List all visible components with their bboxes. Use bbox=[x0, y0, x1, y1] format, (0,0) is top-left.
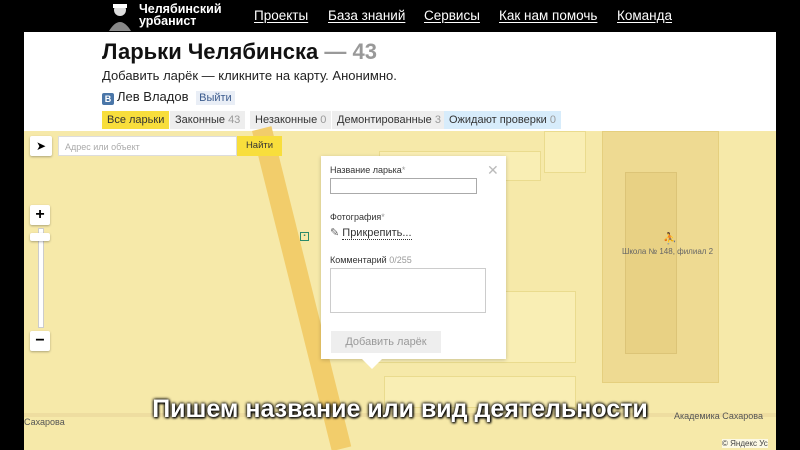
filter-all[interactable]: Все ларьки bbox=[102, 111, 170, 129]
map-attribution[interactable]: © Яндекс Ус bbox=[722, 439, 768, 448]
page-title: Ларьки Челябинска — 43 bbox=[102, 39, 377, 65]
close-icon[interactable]: ✕ bbox=[487, 162, 499, 179]
school-icon: ⛹ bbox=[663, 233, 677, 245]
filter-illegal[interactable]: Незаконные 0 bbox=[250, 111, 332, 129]
site-logo[interactable]: Челябинский урбанист bbox=[106, 1, 236, 31]
filter-label: Незаконные bbox=[255, 114, 318, 126]
nav-team[interactable]: Команда bbox=[617, 8, 672, 23]
filter-label: Законные bbox=[175, 114, 225, 126]
filter-count: 0 bbox=[320, 114, 327, 126]
zoom-slider-handle[interactable] bbox=[30, 233, 50, 241]
user-info: B Лев Владов Выйти bbox=[102, 89, 235, 105]
address-search-input[interactable]: Адрес или объект bbox=[58, 136, 237, 156]
bus-stop-icon[interactable]: ▪ bbox=[300, 232, 309, 241]
title-count: — 43 bbox=[324, 39, 377, 64]
site-topbar: Челябинский урбанист Проекты База знаний… bbox=[0, 0, 800, 32]
zoom-out-button[interactable]: − bbox=[30, 331, 50, 351]
add-kiosk-button[interactable]: Добавить ларёк bbox=[331, 331, 441, 353]
comment-textarea[interactable] bbox=[330, 268, 486, 313]
video-caption: Пишем название или вид деятельности bbox=[152, 395, 648, 423]
logout-button[interactable]: Выйти bbox=[196, 91, 235, 105]
vk-icon: B bbox=[102, 93, 114, 105]
school-label: Школа № 148, филиал 2 bbox=[622, 247, 714, 256]
geolocation-button[interactable]: ➤ bbox=[30, 136, 52, 156]
search-button[interactable]: Найти bbox=[237, 136, 282, 156]
add-kiosk-popup: ✕ Название ларька* Фотография* ✎ Прикреп… bbox=[321, 156, 506, 359]
filter-label: Все ларьки bbox=[107, 114, 165, 126]
app-frame: Ларьки Челябинска — 43 Добавить ларёк — … bbox=[24, 32, 776, 450]
filter-count: 0 bbox=[549, 114, 556, 126]
zoom-slider-track[interactable] bbox=[38, 228, 44, 328]
filter-label: Ожидают проверки bbox=[449, 114, 547, 126]
page-header: Ларьки Челябинска — 43 Добавить ларёк — … bbox=[24, 32, 776, 131]
logo-line-2: урбанист bbox=[139, 14, 197, 28]
zoom-in-button[interactable]: + bbox=[30, 205, 50, 225]
logo-avatar-icon bbox=[109, 4, 131, 31]
attach-label: Прикрепить... bbox=[342, 227, 412, 240]
comment-label: Комментарий 0/255 bbox=[330, 255, 412, 265]
filter-demolished[interactable]: Демонтированные 3 bbox=[332, 111, 446, 129]
nav-projects[interactable]: Проекты bbox=[254, 8, 308, 23]
nav-how-to-help[interactable]: Как нам помочь bbox=[499, 8, 597, 23]
map-block bbox=[544, 131, 586, 173]
filter-count: 3 bbox=[434, 114, 441, 126]
school-building: ⛹ Школа № 148, филиал 2 bbox=[602, 131, 719, 383]
photo-label: Фотография* bbox=[330, 212, 385, 222]
popup-pointer bbox=[362, 359, 382, 369]
nav-services[interactable]: Сервисы bbox=[424, 8, 480, 23]
location-arrow-icon: ➤ bbox=[35, 139, 47, 153]
page-subtitle: Добавить ларёк — кликните на карту. Анон… bbox=[102, 68, 397, 83]
filter-pending[interactable]: Ожидают проверки 0 bbox=[444, 111, 561, 129]
kiosk-name-input[interactable] bbox=[330, 178, 477, 194]
attach-photo-link[interactable]: ✎ Прикрепить... bbox=[330, 226, 412, 240]
filter-legal[interactable]: Законные 43 bbox=[170, 111, 246, 129]
filter-label: Демонтированные bbox=[337, 114, 432, 126]
title-text: Ларьки Челябинска bbox=[102, 39, 319, 64]
nav-knowledge-base[interactable]: База знаний bbox=[328, 8, 405, 23]
paperclip-icon: ✎ bbox=[330, 227, 340, 239]
name-label: Название ларька* bbox=[330, 165, 406, 175]
user-name: Лев Владов bbox=[117, 89, 189, 104]
filter-count: 43 bbox=[228, 114, 241, 126]
